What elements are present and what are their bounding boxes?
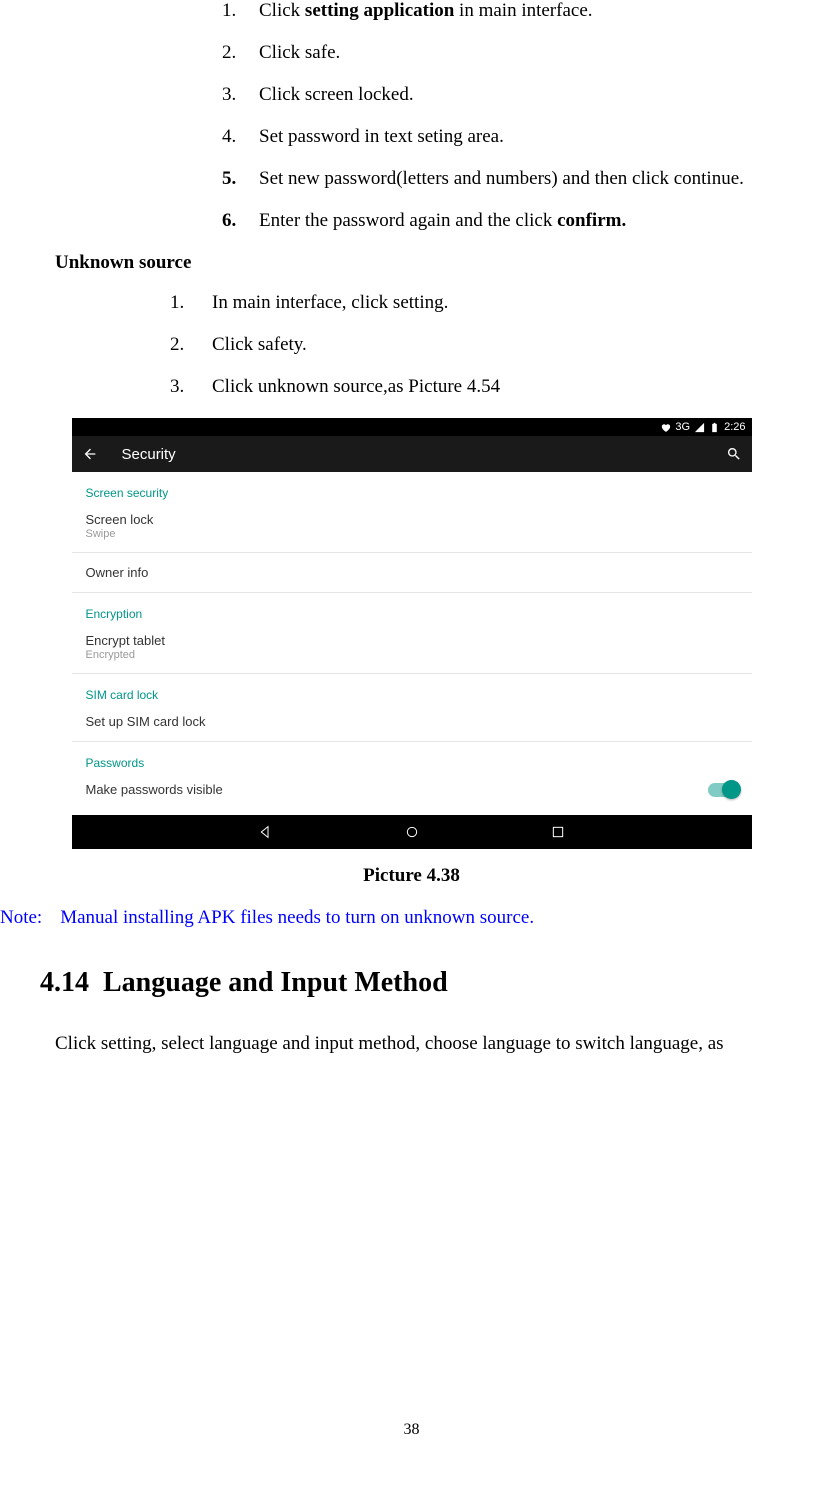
setting-title: Owner info	[86, 565, 738, 580]
item-number: 4.	[222, 126, 259, 148]
item-number: 1.	[170, 292, 212, 314]
setting-sim-lock[interactable]: Set up SIM card lock	[72, 706, 752, 737]
note-body: Manual installing APK files needs to tur…	[60, 907, 534, 928]
item-number: 3.	[170, 376, 212, 398]
setting-title: Screen lock	[86, 512, 738, 527]
clock-label: 2:26	[724, 421, 745, 433]
setting-encrypt-tablet[interactable]: Encrypt tablet Encrypted	[72, 625, 752, 669]
section-header-passwords: Passwords	[72, 746, 752, 774]
item-number: 3.	[222, 84, 259, 106]
appbar-title: Security	[122, 446, 702, 463]
list-item: 3.Click screen locked.	[222, 84, 823, 106]
figure-screenshot: 3G 2:26 Security Screen security Screen …	[72, 418, 752, 887]
subheading-unknown-source: Unknown source	[55, 252, 823, 274]
app-bar: Security	[72, 436, 752, 472]
heart-icon	[660, 422, 671, 433]
figure-caption: Picture 4.38	[72, 865, 752, 887]
item-text: Click safe.	[259, 42, 340, 64]
section-header-encryption: Encryption	[72, 597, 752, 625]
note-text: Note: Manual installing APK files needs t…	[0, 907, 823, 929]
setting-title: Encrypt tablet	[86, 633, 738, 648]
divider	[72, 592, 752, 593]
nav-back-icon[interactable]	[258, 824, 274, 840]
item-number: 6.	[222, 210, 259, 232]
nav-home-icon[interactable]	[404, 824, 420, 840]
section-header-sim-lock: SIM card lock	[72, 678, 752, 706]
nav-recent-icon[interactable]	[550, 824, 566, 840]
section-header-screen-security: Screen security	[72, 476, 752, 504]
status-bar: 3G 2:26	[72, 418, 752, 436]
list-item: 1.In main interface, click setting.	[170, 292, 823, 314]
setting-screen-lock[interactable]: Screen lock Swipe	[72, 504, 752, 548]
list-item: 2.Click safety.	[170, 334, 823, 356]
divider	[72, 673, 752, 674]
setting-make-passwords-visible[interactable]: Make passwords visible	[72, 774, 752, 805]
steps-list-2: 1.In main interface, click setting. 2.Cl…	[170, 292, 823, 398]
setting-subtitle: Swipe	[86, 528, 738, 540]
setting-subtitle: Encrypted	[86, 649, 738, 661]
item-number: 2.	[170, 334, 212, 356]
setting-title: Make passwords visible	[86, 782, 223, 797]
setting-owner-info[interactable]: Owner info	[72, 557, 752, 588]
list-item: 4.Set password in text seting area.	[222, 126, 823, 148]
settings-body: Screen security Screen lock Swipe Owner …	[72, 472, 752, 815]
list-item: 2.Click safe.	[222, 42, 823, 64]
list-item: 3.Click unknown source,as Picture 4.54	[170, 376, 823, 398]
divider	[72, 552, 752, 553]
battery-icon	[709, 422, 720, 433]
item-text: Set password in text seting area.	[259, 126, 504, 148]
page-number: 38	[0, 1421, 823, 1439]
divider	[72, 741, 752, 742]
item-number: 5.	[222, 168, 259, 190]
item-text: Click safety.	[212, 334, 307, 356]
item-number: 2.	[222, 42, 259, 64]
item-text: Enter the password again and the click c…	[259, 210, 626, 232]
item-text: In main interface, click setting.	[212, 292, 448, 314]
paragraph: Click setting, select language and input…	[55, 1033, 823, 1055]
network-label: 3G	[675, 421, 690, 433]
item-text: Set new password(letters and numbers) an…	[259, 168, 744, 190]
list-item: 5.Set new password(letters and numbers) …	[222, 168, 823, 190]
list-item: 6.Enter the password again and the click…	[222, 210, 823, 232]
toggle-switch-on[interactable]	[708, 783, 738, 797]
section-heading-4-14: 4.14 Language and Input Method	[40, 967, 823, 999]
search-icon[interactable]	[726, 446, 742, 462]
item-text: Click setting application in main interf…	[259, 0, 593, 22]
list-item: 1.Click setting application in main inte…	[222, 0, 823, 22]
nav-bar	[72, 815, 752, 849]
signal-icon	[694, 422, 705, 433]
item-number: 1.	[222, 0, 259, 22]
setting-title: Set up SIM card lock	[86, 714, 738, 729]
item-text: Click screen locked.	[259, 84, 414, 106]
note-label: Note:	[0, 907, 42, 928]
section-number: 4.14	[40, 967, 89, 998]
android-screenshot: 3G 2:26 Security Screen security Screen …	[72, 418, 752, 849]
item-text: Click unknown source,as Picture 4.54	[212, 376, 500, 398]
section-title: Language and Input Method	[103, 967, 448, 998]
steps-list-1: 1.Click setting application in main inte…	[222, 0, 823, 232]
back-arrow-icon[interactable]	[82, 446, 98, 462]
